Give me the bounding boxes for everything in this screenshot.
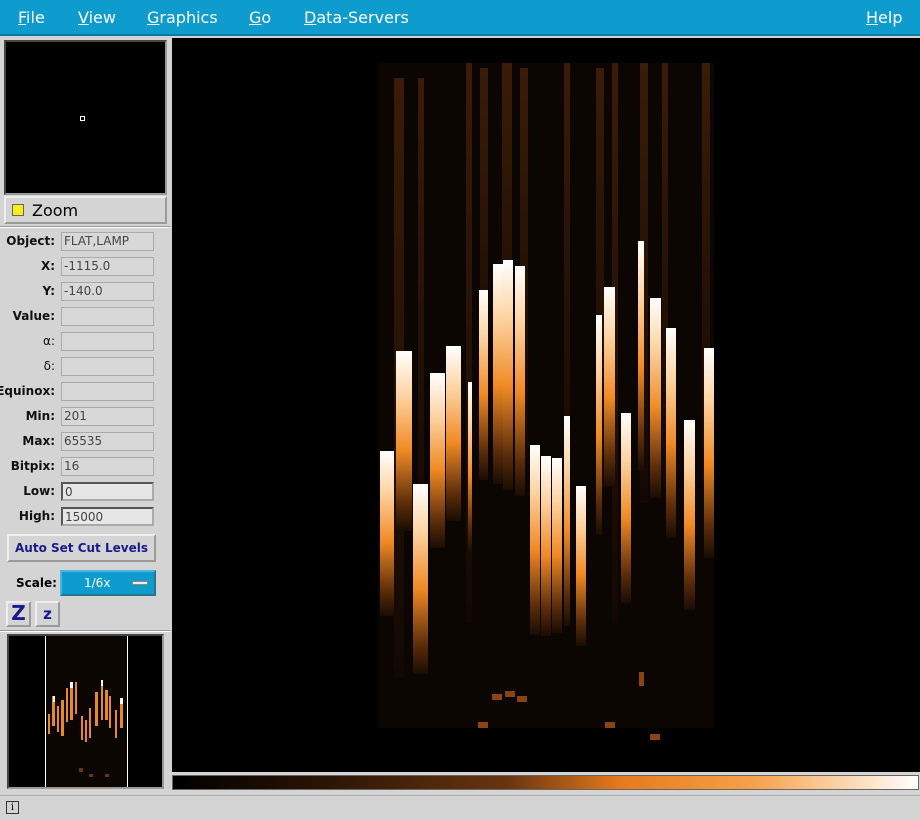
object-field: FLAT,LAMP bbox=[61, 232, 154, 251]
menu-file-mnemonic: F bbox=[18, 8, 27, 27]
info-row-value: Value: bbox=[0, 307, 171, 327]
menu-help-mnemonic: H bbox=[866, 8, 879, 27]
scale-value: 1/6x bbox=[84, 576, 111, 590]
bitpix-label: Bitpix: bbox=[10, 459, 55, 473]
menu-data-servers[interactable]: Data-Servers bbox=[304, 8, 409, 27]
info-row-x: X: -1115.0 bbox=[0, 257, 171, 277]
low-label: Low: bbox=[23, 484, 55, 498]
zoom-in-button[interactable]: Z bbox=[6, 601, 31, 627]
info-row-equinox: Equinox: bbox=[0, 382, 171, 402]
menu-graphics[interactable]: Graphics bbox=[147, 8, 218, 27]
low-cut-input[interactable]: 0 bbox=[61, 482, 154, 501]
control-panel: Zoom Object: FLAT,LAMP X: -1115.0 Y: -140.0… bbox=[0, 38, 171, 794]
menu-view-mnemonic: V bbox=[78, 8, 89, 27]
high-label: High: bbox=[18, 509, 55, 523]
high-cut-input[interactable]: 15000 bbox=[61, 507, 154, 526]
colormap-bar[interactable] bbox=[172, 775, 919, 790]
info-row-max: Max: 65535 bbox=[0, 432, 171, 452]
zoom-indicator bbox=[12, 204, 24, 216]
alpha-field bbox=[61, 332, 154, 351]
info-row-bitpix: Bitpix: 16 bbox=[0, 457, 171, 477]
menu-data-servers-mnemonic: D bbox=[304, 8, 317, 27]
auto-set-cut-levels-button[interactable]: Auto Set Cut Levels bbox=[7, 534, 156, 562]
equinox-field bbox=[61, 382, 154, 401]
separator bbox=[0, 630, 171, 632]
menu-help-label: elp bbox=[878, 8, 903, 27]
alpha-label: α: bbox=[43, 334, 55, 348]
menu-view[interactable]: View bbox=[78, 8, 116, 27]
info-row-min: Min: 201 bbox=[0, 407, 171, 427]
max-field: 65535 bbox=[61, 432, 154, 451]
min-label: Min: bbox=[25, 409, 55, 423]
value-label: Value: bbox=[12, 309, 55, 323]
spectrum-image bbox=[172, 38, 920, 772]
menu-bar: File View Graphics Go Data-Servers Help bbox=[0, 0, 920, 36]
menu-data-servers-label: ata-Servers bbox=[316, 8, 409, 27]
image-thumbnail[interactable] bbox=[7, 634, 164, 789]
separator bbox=[0, 226, 171, 228]
menu-view-label: iew bbox=[88, 8, 116, 27]
delta-field bbox=[61, 357, 154, 376]
menu-graphics-label: raphics bbox=[159, 8, 218, 27]
x-field: -1115.0 bbox=[61, 257, 154, 276]
y-label: Y: bbox=[42, 284, 55, 298]
menu-file[interactable]: File bbox=[18, 8, 45, 27]
info-row-low: Low: 0 bbox=[0, 482, 171, 502]
delta-label: δ: bbox=[43, 359, 55, 373]
zoom-label: Zoom bbox=[32, 201, 79, 220]
scale-menu-button[interactable]: 1/6x bbox=[60, 570, 156, 596]
status-bar: i bbox=[0, 795, 920, 820]
y-field: -140.0 bbox=[61, 282, 154, 301]
info-row-high: High: 15000 bbox=[0, 507, 171, 527]
info-icon[interactable]: i bbox=[6, 801, 19, 814]
info-row-delta: δ: bbox=[0, 357, 171, 377]
menu-graphics-mnemonic: G bbox=[147, 8, 160, 27]
zoom-out-button[interactable]: z bbox=[35, 601, 60, 627]
pan-viewport-box[interactable] bbox=[80, 116, 85, 121]
zoom-toggle-button[interactable]: Zoom bbox=[4, 196, 167, 224]
info-row-y: Y: -140.0 bbox=[0, 282, 171, 302]
menu-go-mnemonic: G bbox=[249, 8, 262, 27]
object-label: Object: bbox=[6, 234, 55, 248]
menu-help[interactable]: Help bbox=[866, 8, 902, 27]
menu-go[interactable]: Go bbox=[249, 8, 271, 27]
value-field bbox=[61, 307, 154, 326]
menu-file-label: ile bbox=[26, 8, 45, 27]
bitpix-field: 16 bbox=[61, 457, 154, 476]
image-display[interactable] bbox=[172, 38, 920, 772]
info-row-alpha: α: bbox=[0, 332, 171, 352]
menu-go-label: o bbox=[261, 8, 272, 27]
x-label: X: bbox=[40, 259, 55, 273]
equinox-label: Equinox: bbox=[0, 384, 55, 398]
max-label: Max: bbox=[22, 434, 55, 448]
scale-label: Scale: bbox=[16, 576, 57, 590]
info-row-object: Object: FLAT,LAMP bbox=[0, 232, 171, 252]
min-field: 201 bbox=[61, 407, 154, 426]
option-menu-indicator-icon bbox=[132, 581, 148, 585]
thumbnail-image bbox=[9, 636, 162, 787]
pan-window[interactable] bbox=[4, 40, 167, 195]
